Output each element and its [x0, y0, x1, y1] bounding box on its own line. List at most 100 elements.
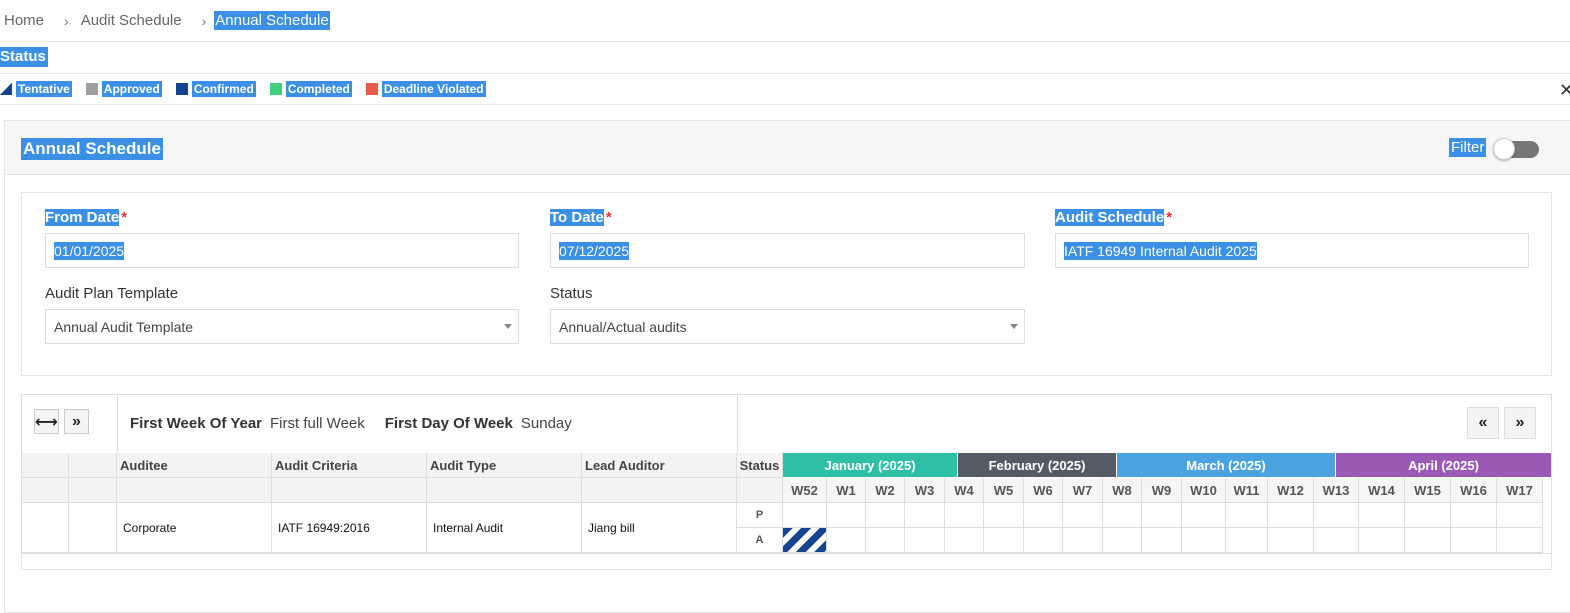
filter-cell-auditee[interactable]: [117, 478, 272, 503]
plan-week-cell[interactable]: [783, 503, 827, 528]
actual-week-cell[interactable]: [1268, 528, 1314, 553]
breadcrumb-audit-schedule[interactable]: Audit Schedule: [77, 12, 182, 29]
breadcrumb-home[interactable]: Home: [0, 12, 44, 29]
plan-week-cell[interactable]: [866, 503, 905, 528]
plan-week-cell[interactable]: [1024, 503, 1063, 528]
plan-week-cell[interactable]: [1142, 503, 1182, 528]
column-header-lead-auditor[interactable]: Lead Auditor: [582, 453, 737, 478]
audit-schedule-input[interactable]: IATF 16949 Internal Audit 2025: [1055, 233, 1529, 268]
week-header: W9: [1142, 478, 1182, 503]
plan-week-cell[interactable]: [984, 503, 1024, 528]
week-header: W7: [1063, 478, 1103, 503]
actual-week-cell[interactable]: [1451, 528, 1497, 553]
actual-week-cell[interactable]: [1142, 528, 1182, 553]
legend-label-approved: Approved: [101, 81, 162, 97]
audit-plan-template-label: Audit Plan Template: [45, 285, 179, 302]
week-header: W16: [1451, 478, 1497, 503]
header-blank-4: [69, 478, 117, 503]
row-action-cell[interactable]: [69, 503, 117, 553]
actual-week-cell[interactable]: [1314, 528, 1359, 553]
month-header-january: January (2025): [783, 453, 958, 477]
next-period-button[interactable]: »: [1504, 407, 1536, 439]
column-header-status: Status: [737, 453, 783, 478]
plan-week-cell[interactable]: [945, 503, 984, 528]
chevron-right-icon: ›: [201, 12, 207, 29]
table-cell-lead-auditor: Jiang bill: [582, 503, 737, 553]
status-legend-title: Status: [0, 47, 48, 67]
plan-week-cell[interactable]: [1063, 503, 1103, 528]
plan-week-cell[interactable]: [1359, 503, 1405, 528]
column-header-audit-type[interactable]: Audit Type: [427, 453, 582, 478]
filter-label: Filter: [1449, 138, 1487, 157]
week-header: W1: [827, 478, 866, 503]
plan-week-cell[interactable]: [905, 503, 945, 528]
actual-week-cell[interactable]: [1405, 528, 1451, 553]
plan-week-cell[interactable]: [827, 503, 866, 528]
close-icon[interactable]: ✕: [1559, 80, 1570, 101]
plan-week-cell[interactable]: [1226, 503, 1268, 528]
actual-week-cell[interactable]: [1226, 528, 1268, 553]
actual-week-cell[interactable]: [945, 528, 984, 553]
week-header: W11: [1226, 478, 1268, 503]
plan-week-cell[interactable]: [1268, 503, 1314, 528]
tentative-audit-bar[interactable]: [783, 528, 827, 553]
plan-week-cell[interactable]: [1451, 503, 1497, 528]
to-date-input[interactable]: 07/12/2025: [550, 233, 1025, 268]
toggle-knob: [1493, 138, 1515, 160]
filter-cell-audit-type[interactable]: [427, 478, 582, 503]
from-date-input[interactable]: 01/01/2025: [45, 233, 519, 268]
plan-week-cell[interactable]: [1314, 503, 1359, 528]
plan-week-cell[interactable]: [1182, 503, 1226, 528]
table-cell-auditee: Corporate: [117, 503, 272, 553]
plan-week-cell[interactable]: [1103, 503, 1142, 528]
actual-week-cell[interactable]: [1182, 528, 1226, 553]
header-blank-3: [22, 478, 69, 503]
panel-header: Annual Schedule Filter: [5, 121, 1570, 175]
legend-label-deadline-violated: Deadline Violated: [381, 81, 486, 97]
prev-period-button[interactable]: «: [1467, 407, 1499, 439]
legend-label-completed: Completed: [285, 81, 352, 97]
filter-cell-lead-auditor[interactable]: [582, 478, 737, 503]
audit-plan-template-select[interactable]: Annual Audit Template: [45, 309, 519, 344]
first-week-value: First full Week: [270, 415, 365, 432]
actual-week-cell[interactable]: [1063, 528, 1103, 553]
filter-cell-audit-criteria[interactable]: [272, 478, 427, 503]
first-day-value: Sunday: [520, 415, 572, 432]
approved-swatch-icon: [85, 83, 98, 95]
filter-form: From Date * 01/01/2025 To Date * 07/12/202…: [21, 192, 1552, 376]
plan-week-cell[interactable]: [1497, 503, 1543, 528]
plan-week-cell[interactable]: [1405, 503, 1451, 528]
actual-week-cell[interactable]: [1359, 528, 1405, 553]
double-chevron-right-icon: »: [1515, 414, 1525, 431]
column-header-auditee[interactable]: Auditee: [117, 453, 272, 478]
week-header: W6: [1024, 478, 1063, 503]
actual-week-cell[interactable]: [1024, 528, 1063, 553]
actual-week-cell[interactable]: [905, 528, 945, 553]
week-header: W14: [1359, 478, 1405, 503]
column-header-audit-criteria[interactable]: Audit Criteria: [272, 453, 427, 478]
week-header: W17: [1497, 478, 1543, 503]
actual-week-cell[interactable]: [827, 528, 866, 553]
actual-week-cell[interactable]: [984, 528, 1024, 553]
status-label: Status: [550, 285, 593, 302]
actual-week-cell[interactable]: [866, 528, 905, 553]
actual-week-cell[interactable]: [1497, 528, 1543, 553]
week-header: W15: [1405, 478, 1451, 503]
breadcrumb-current: Annual Schedule: [214, 11, 330, 30]
legend-item-deadline-violated: Deadline Violated: [365, 81, 486, 97]
status-select[interactable]: Annual/Actual audits: [550, 309, 1025, 344]
table-cell-audit-type: Internal Audit: [427, 503, 582, 553]
tentative-swatch-icon: [0, 83, 12, 95]
collapse-columns-button[interactable]: »: [64, 409, 89, 434]
legend-item-completed: Completed: [269, 81, 352, 97]
filter-toggle[interactable]: [1493, 138, 1539, 160]
expand-columns-button[interactable]: ⟷: [34, 409, 59, 434]
row-select-cell[interactable]: [22, 503, 69, 553]
month-header-march: March (2025): [1117, 453, 1336, 477]
status-legend: Tentative Approved Confirmed Completed D…: [0, 73, 1570, 105]
annual-schedule-panel: Annual Schedule Filter From Date * 01/01/…: [4, 120, 1570, 613]
schedule-grid: ⟷ » First Week Of Year First full Week F…: [21, 394, 1552, 554]
week-header: W4: [945, 478, 984, 503]
first-day-label: First Day Of Week: [384, 415, 513, 432]
actual-week-cell[interactable]: [1103, 528, 1142, 553]
